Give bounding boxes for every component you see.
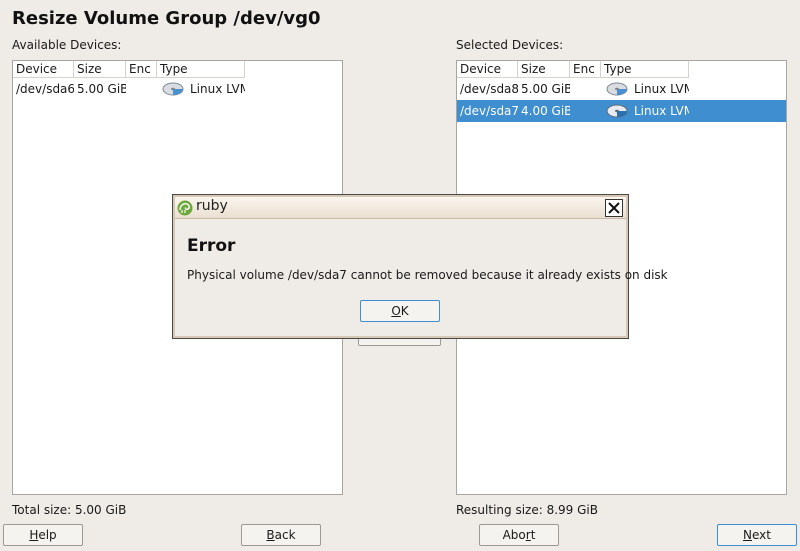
column-header-type[interactable]: Type bbox=[601, 61, 689, 78]
disk-icon bbox=[162, 82, 184, 96]
back-label-post: ack bbox=[274, 528, 296, 542]
device-cell: /dev/sda8 bbox=[460, 82, 518, 96]
table-header: Device Size Enc Type bbox=[13, 61, 342, 78]
size-cell: 5.00 GiB bbox=[77, 82, 126, 96]
size-cell: 4.00 GiB bbox=[521, 104, 570, 118]
abort-label-pre: Abo bbox=[502, 528, 526, 542]
ok-mnemonic: O bbox=[391, 304, 401, 318]
column-header-size[interactable]: Size bbox=[518, 61, 570, 78]
table-row[interactable]: /dev/sda8 5.00 GiB Linux LVM bbox=[457, 78, 786, 100]
column-header-device[interactable]: Device bbox=[457, 61, 518, 78]
type-label: Linux LVM bbox=[190, 82, 245, 96]
total-size-text: Total size: 5.00 GiB bbox=[12, 503, 127, 517]
table-header: Device Size Enc Type bbox=[457, 61, 786, 78]
dialog-heading: Error bbox=[187, 236, 236, 256]
next-button[interactable]: Next bbox=[717, 524, 797, 546]
column-header-enc[interactable]: Enc bbox=[570, 61, 601, 78]
next-label-post: ext bbox=[752, 528, 771, 542]
dialog-title: ruby bbox=[196, 198, 228, 214]
type-cell: Linux LVM bbox=[601, 104, 689, 118]
close-icon[interactable] bbox=[605, 199, 623, 217]
type-cell: Linux LVM bbox=[157, 82, 245, 96]
abort-label-post: t bbox=[530, 528, 536, 542]
dialog-message: Physical volume /dev/sda7 cannot be remo… bbox=[187, 268, 668, 282]
disk-icon bbox=[606, 104, 628, 118]
page-title: Resize Volume Group /dev/vg0 bbox=[12, 8, 321, 29]
help-label-post: elp bbox=[38, 528, 57, 542]
disk-icon bbox=[606, 82, 628, 96]
help-mnemonic: H bbox=[29, 528, 39, 542]
help-button[interactable]: Help bbox=[3, 524, 83, 546]
suse-chameleon-icon bbox=[177, 200, 193, 216]
column-header-size[interactable]: Size bbox=[74, 61, 126, 78]
next-mnemonic: N bbox=[743, 528, 752, 542]
selected-devices-label: Selected Devices: bbox=[456, 38, 564, 52]
size-cell: 5.00 GiB bbox=[521, 82, 570, 96]
type-label: Linux LVM bbox=[634, 82, 689, 96]
back-button[interactable]: Back bbox=[241, 524, 321, 546]
device-cell: /dev/sda7 bbox=[460, 104, 518, 118]
device-cell: /dev/sda6 bbox=[16, 82, 74, 96]
dialog-titlebar[interactable]: ruby bbox=[175, 197, 626, 219]
column-header-enc[interactable]: Enc bbox=[126, 61, 157, 78]
ok-button[interactable]: OK bbox=[360, 300, 440, 322]
abort-button[interactable]: Abort bbox=[479, 524, 559, 546]
ok-label-post: K bbox=[400, 304, 409, 318]
column-header-device[interactable]: Device bbox=[13, 61, 74, 78]
error-dialog: ruby Error Physical volume /dev/sda7 can… bbox=[172, 194, 668, 339]
type-cell: Linux LVM bbox=[601, 82, 689, 96]
available-devices-label: Available Devices: bbox=[12, 38, 122, 52]
column-header-type[interactable]: Type bbox=[157, 61, 245, 78]
resulting-size-text: Resulting size: 8.99 GiB bbox=[456, 503, 598, 517]
type-label: Linux LVM bbox=[634, 104, 689, 118]
table-row-selected[interactable]: /dev/sda7 4.00 GiB Linux LVM bbox=[457, 100, 786, 122]
table-row[interactable]: /dev/sda6 5.00 GiB Linux LVM bbox=[13, 78, 342, 100]
back-mnemonic: B bbox=[266, 528, 275, 542]
